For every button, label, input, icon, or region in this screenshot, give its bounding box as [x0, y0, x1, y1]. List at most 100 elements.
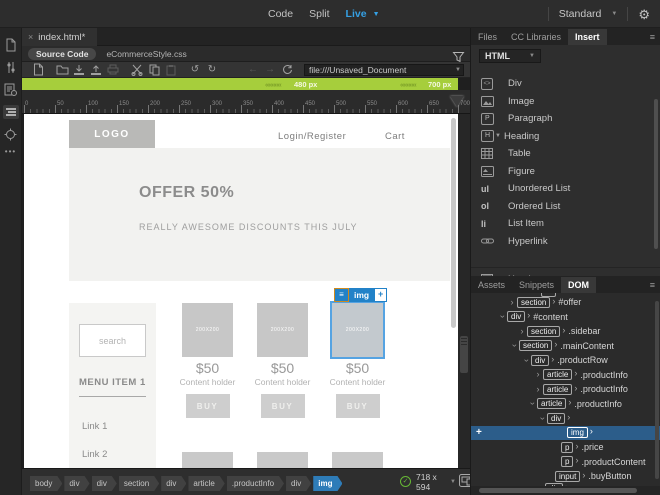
tab-cc-libraries[interactable]: CC Libraries [504, 29, 568, 45]
tag-chip[interactable]: body [30, 476, 62, 491]
dom-row-article-productinfo-3[interactable]: article .productInfo [471, 397, 660, 412]
live-view-canvas[interactable]: LOGO Login/Register Cart OFFER 50% REALL… [24, 114, 458, 468]
put-file-icon[interactable] [88, 63, 104, 77]
window-size-bar[interactable]: ««««« 480 px ««««« 700 px [22, 78, 458, 90]
tag-chip-active[interactable]: img [313, 476, 342, 491]
insert-before-icon[interactable]: + [476, 427, 482, 438]
insert-category-select[interactable]: HTML ▼ [479, 49, 541, 63]
more-tools-icon[interactable]: ••• [5, 148, 16, 156]
expand-icon[interactable] [533, 370, 543, 379]
panel-menu-icon[interactable]: ≡ [650, 280, 655, 290]
site-logo[interactable]: LOGO [69, 120, 155, 148]
dom-row-div[interactable]: div [471, 411, 660, 426]
sidebar-link-1[interactable]: Link 1 [82, 421, 107, 432]
live-dropdown-icon[interactable]: ▼ [373, 11, 380, 18]
workspace-gear-icon[interactable]: ⚙ [638, 8, 650, 21]
insert-item-div[interactable]: <> Div [471, 75, 657, 92]
cart-link[interactable]: Cart [385, 131, 405, 142]
redo-icon[interactable]: ↻ [204, 63, 220, 77]
tag-chip[interactable]: div [92, 476, 117, 491]
dom-row-section-maincontent[interactable]: section .mainContent [471, 339, 660, 354]
collapse-icon[interactable] [521, 356, 531, 365]
buy-button[interactable]: BUY [335, 394, 380, 418]
insert-item-ordered-list[interactable]: ol Ordered List [471, 198, 657, 215]
undo-icon[interactable]: ↺ [187, 63, 203, 77]
element-menu-icon[interactable]: ≡ [334, 288, 349, 302]
collapse-icon[interactable] [509, 341, 519, 350]
collapse-icon[interactable] [537, 414, 547, 423]
copy-icon[interactable] [146, 63, 162, 77]
css-file-link[interactable]: eCommerceStyle.css [106, 49, 186, 59]
refresh-icon[interactable] [279, 63, 295, 77]
live-view-button[interactable]: Live [346, 8, 367, 20]
element-add-button[interactable]: + [374, 288, 388, 302]
tag-chip[interactable]: section [119, 476, 159, 491]
tab-insert[interactable]: Insert [568, 29, 607, 45]
code-view-button[interactable]: Code [268, 8, 293, 20]
dom-row-article-productinfo-2[interactable]: article .productInfo [471, 382, 660, 397]
source-code-button[interactable]: Source Code [28, 47, 97, 60]
dom-row-div-productrow[interactable]: div .productRow [471, 353, 660, 368]
panel-menu-icon[interactable]: ≡ [650, 32, 655, 42]
dom-row-section-offer[interactable]: section #offer [471, 295, 660, 310]
address-bar[interactable]: file:///Unsaved_Document ▼ [304, 63, 464, 76]
document-tab[interactable]: × index.html* [22, 28, 98, 46]
ruler-position-marker[interactable] [450, 96, 464, 107]
dom-row-section-sidebar[interactable]: section .sidebar [471, 324, 660, 339]
cut-icon[interactable] [129, 63, 145, 77]
tag-chip[interactable]: .productInfo [227, 476, 284, 491]
tab-assets[interactable]: Assets [471, 277, 512, 293]
expand-icon[interactable] [507, 298, 517, 307]
file-icon[interactable] [5, 38, 17, 52]
tag-chip[interactable]: div [161, 476, 186, 491]
product-image-placeholder[interactable]: 200X200 [257, 303, 308, 357]
workspace-dropdown-icon[interactable]: ▼ [611, 11, 617, 17]
insert-item-hyperlink[interactable]: Hyperlink [471, 233, 657, 250]
login-register-link[interactable]: Login/Register [278, 131, 346, 142]
sidebar-link-2[interactable]: Link 2 [82, 449, 107, 460]
insert-item-heading[interactable]: H ▼ Heading [471, 128, 657, 145]
heading-dropdown-icon[interactable]: ▼ [495, 133, 501, 139]
insert-item-unordered-list[interactable]: ul Unordered List [471, 180, 657, 197]
product-image-placeholder[interactable]: 200X200 [182, 303, 233, 357]
expand-icon[interactable] [533, 385, 543, 394]
window-size-dropdown-icon[interactable]: ▼ [450, 479, 456, 485]
dom-horizontal-scrollbar[interactable] [471, 486, 660, 495]
url-dropdown-icon[interactable]: ▼ [455, 67, 461, 73]
tab-files[interactable]: Files [471, 29, 504, 45]
dom-vertical-scrollbar[interactable] [655, 301, 659, 479]
dom-row-div-content[interactable]: div #content [471, 310, 660, 325]
buy-button[interactable]: BUY [185, 394, 230, 418]
selected-product-image[interactable]: 200X200 [330, 301, 385, 359]
insert-panel-scrollbar[interactable] [654, 99, 658, 249]
element-tag-label[interactable]: img [349, 288, 375, 302]
close-tab-icon[interactable]: × [28, 32, 33, 42]
insert-item-table[interactable]: Table [471, 145, 657, 162]
extensions-icon[interactable] [5, 61, 17, 74]
open-file-icon[interactable] [54, 63, 70, 77]
search-input[interactable] [79, 324, 146, 357]
dom-row-img-selected[interactable]: + img [471, 425, 660, 440]
buy-button[interactable]: BUY [260, 394, 305, 418]
new-file-icon[interactable] [30, 63, 46, 77]
tag-chip[interactable]: div [286, 476, 311, 491]
get-file-icon[interactable] [71, 63, 87, 77]
target-icon[interactable] [4, 128, 17, 141]
workspace-selector[interactable]: Standard [559, 8, 602, 20]
snippets-doc-icon[interactable] [4, 83, 17, 96]
dom-panel-icon[interactable] [2, 105, 19, 119]
dom-row-p-price[interactable]: p .price [471, 440, 660, 455]
insert-item-list-item[interactable]: li List Item [471, 215, 657, 232]
insert-item-figure[interactable]: Figure [471, 163, 657, 180]
expand-icon[interactable] [517, 327, 527, 336]
tag-chip[interactable]: div [64, 476, 89, 491]
tag-chip[interactable]: article [188, 476, 224, 491]
canvas-vertical-scrollbar[interactable] [451, 118, 456, 328]
dom-row-article-productinfo-1[interactable]: article .productInfo [471, 368, 660, 383]
window-size-selector[interactable]: 718 x 594 ▼ [416, 472, 456, 492]
collapse-icon[interactable] [527, 399, 537, 408]
collapse-icon[interactable] [497, 312, 507, 321]
split-view-button[interactable]: Split [309, 8, 329, 20]
tab-snippets[interactable]: Snippets [512, 277, 561, 293]
insert-item-image[interactable]: Image [471, 93, 657, 110]
